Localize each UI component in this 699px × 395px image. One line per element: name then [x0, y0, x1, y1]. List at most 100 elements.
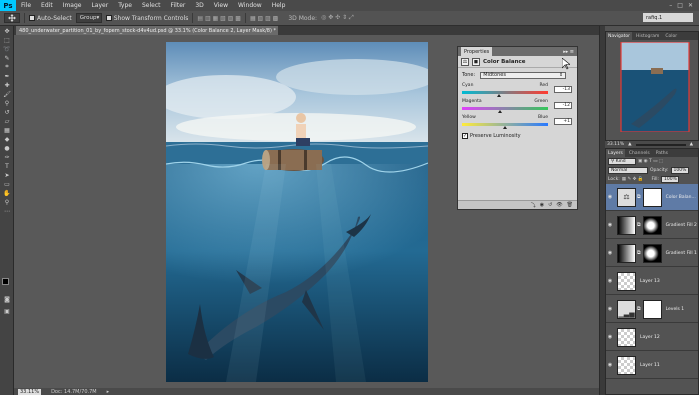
reset-icon[interactable]: ↺	[548, 202, 552, 208]
eyedropper-tool-icon[interactable]: ✒	[2, 72, 12, 80]
tone-select[interactable]: Midtones ⇕	[480, 71, 567, 79]
move-tool-preset[interactable]	[4, 13, 20, 23]
layer-row[interactable]: ◉ ⚖ ⧉ Color Balan...	[606, 184, 698, 211]
slider-track[interactable]	[462, 91, 548, 94]
menu-type[interactable]: Type	[113, 2, 137, 9]
status-zoom[interactable]: 33.11%	[18, 388, 42, 395]
tab-layers[interactable]: Layers	[606, 149, 625, 157]
view-previous-icon[interactable]: ◉	[540, 202, 544, 208]
menu-file[interactable]: File	[16, 2, 36, 9]
lock-icons[interactable]: ▦ ✎ ✥ 🔒	[622, 177, 644, 182]
menu-image[interactable]: Image	[58, 2, 87, 9]
healing-tool-icon[interactable]: ✚	[2, 81, 12, 89]
blur-tool-icon[interactable]: ◆	[2, 135, 12, 143]
link-icon[interactable]: ⧉	[637, 306, 641, 312]
status-arrow-icon[interactable]: ▸	[107, 389, 110, 395]
layer-mask-thumbnail[interactable]	[642, 299, 662, 319]
tab-properties[interactable]: Properties	[461, 47, 493, 56]
type-tool-icon[interactable]: T	[2, 162, 12, 170]
slider-thumb[interactable]	[503, 126, 508, 129]
visibility-eye-icon[interactable]: ◉	[606, 194, 614, 200]
preserve-luminosity-row[interactable]: ✓ Preserve Luminosity	[458, 131, 577, 141]
tab-paths[interactable]: Paths	[654, 149, 670, 157]
dodge-tool-icon[interactable]: ●	[2, 144, 12, 152]
document-tab[interactable]: 480_underwater_partition_01_by_fopem_sto…	[16, 26, 278, 35]
quick-select-tool-icon[interactable]: ✎	[2, 54, 12, 62]
navigator-zoom-slider[interactable]	[635, 143, 686, 146]
distribute-buttons[interactable]: ▦ ▧ ▨ ▩	[250, 15, 278, 22]
marquee-tool-icon[interactable]: ⬚	[2, 36, 12, 44]
menu-filter[interactable]: Filter	[166, 2, 191, 9]
link-icon[interactable]: ⧉	[637, 250, 641, 256]
menu-layer[interactable]: Layer	[86, 2, 113, 9]
visibility-icon[interactable]: 👁	[556, 202, 562, 208]
layer-mask-thumbnail[interactable]	[642, 243, 662, 263]
auto-select-checkbox[interactable]: Auto-Select	[29, 15, 72, 22]
more-tools-icon[interactable]: ⋯	[2, 207, 12, 215]
pen-tool-icon[interactable]: ✑	[2, 153, 12, 161]
minimize-icon[interactable]: –	[669, 2, 672, 9]
layer-row[interactable]: ◉ Layer 11	[606, 352, 698, 379]
lasso-tool-icon[interactable]: ➰	[2, 45, 12, 53]
visibility-eye-icon[interactable]: ◉	[606, 306, 614, 312]
slider-thumb[interactable]	[497, 94, 502, 97]
auto-select-dropdown[interactable]: Group ▾	[75, 13, 102, 23]
slider-thumb[interactable]	[497, 110, 502, 113]
layer-mask-thumbnail[interactable]	[642, 187, 662, 207]
layer-kind-select[interactable]: ⚲ Kind	[608, 158, 636, 165]
blend-mode-select[interactable]: Normal	[608, 167, 648, 174]
tab-navigator[interactable]: Navigator	[606, 32, 633, 40]
tab-color[interactable]: Color	[663, 32, 679, 40]
crop-tool-icon[interactable]: ⌗	[2, 63, 12, 71]
eraser-tool-icon[interactable]: ▱	[2, 117, 12, 125]
visibility-eye-icon[interactable]: ◉	[606, 362, 614, 368]
visibility-eye-icon[interactable]: ◉	[606, 278, 614, 284]
fill-field[interactable]: 100%	[661, 176, 679, 183]
layer-row[interactable]: ◉ Layer 13	[606, 268, 698, 295]
align-buttons[interactable]: ▤ ▥ ▦ ▧ ▨ ▩	[197, 15, 241, 22]
menu-help[interactable]: Help	[267, 2, 291, 9]
workspace-switcher[interactable]: rafiq.1	[643, 13, 693, 22]
visibility-eye-icon[interactable]: ◉	[606, 334, 614, 340]
path-select-tool-icon[interactable]: ➤	[2, 171, 12, 179]
quick-mask-icon[interactable]: ◙	[2, 295, 12, 303]
link-icon[interactable]: ⧉	[637, 222, 641, 228]
slider-value-field[interactable]: -12	[554, 102, 572, 109]
history-brush-tool-icon[interactable]: ↺	[2, 108, 12, 116]
mask-icon[interactable]: ◼	[472, 57, 480, 66]
maximize-icon[interactable]: □	[677, 2, 683, 9]
zoom-tool-icon[interactable]: ⚲	[2, 198, 12, 206]
menu-select[interactable]: Select	[137, 2, 166, 9]
show-transform-checkbox[interactable]: Show Transform Controls	[105, 15, 188, 22]
visibility-eye-icon[interactable]: ◉	[606, 250, 614, 256]
slider-track[interactable]	[462, 107, 548, 110]
layer-row[interactable]: ◉ ⧉ Gradient Fill 2	[606, 212, 698, 239]
zoom-in-icon[interactable]: ▲	[690, 142, 693, 147]
navigator-thumbnail[interactable]	[613, 42, 697, 132]
tab-histogram[interactable]: Histogram	[634, 32, 661, 40]
document-canvas[interactable]	[166, 42, 428, 382]
move-tool-icon[interactable]: ✥	[2, 27, 12, 35]
link-icon[interactable]: ⧉	[637, 194, 641, 200]
close-icon[interactable]: ✕	[688, 2, 693, 9]
layer-row[interactable]: ◉ Layer 12	[606, 324, 698, 351]
3d-mode-icons[interactable]: ◎ ✥ ✣ ⇕ ⤢	[321, 14, 354, 22]
clone-stamp-tool-icon[interactable]: ⚲	[2, 99, 12, 107]
preserve-luminosity-checkbox[interactable]: ✓	[462, 133, 468, 139]
screen-mode-icon[interactable]: ▣	[2, 307, 12, 315]
filter-icons[interactable]: ▣ ◉ T ▭ ⬚	[638, 159, 663, 164]
shape-tool-icon[interactable]: ▭	[2, 180, 12, 188]
gradient-tool-icon[interactable]: ▦	[2, 126, 12, 134]
menu-3d[interactable]: 3D	[190, 2, 208, 9]
delete-icon[interactable]: 🗑	[567, 202, 573, 208]
clip-to-layer-icon[interactable]: ⤵	[531, 202, 536, 209]
visibility-eye-icon[interactable]: ◉	[606, 222, 614, 228]
zoom-out-icon[interactable]: ▲	[628, 142, 631, 147]
slider-value-field[interactable]: -13	[554, 86, 572, 93]
menu-window[interactable]: Window	[233, 2, 267, 9]
layer-row[interactable]: ◉ ▁▃▅ ⧉ Levels 1	[606, 296, 698, 323]
hand-tool-icon[interactable]: ✋	[2, 189, 12, 197]
layer-row[interactable]: ◉ ⧉ Gradient Fill 1	[606, 240, 698, 267]
tab-channels[interactable]: Channels	[627, 149, 652, 157]
brush-tool-icon[interactable]: 🖌	[2, 90, 12, 98]
